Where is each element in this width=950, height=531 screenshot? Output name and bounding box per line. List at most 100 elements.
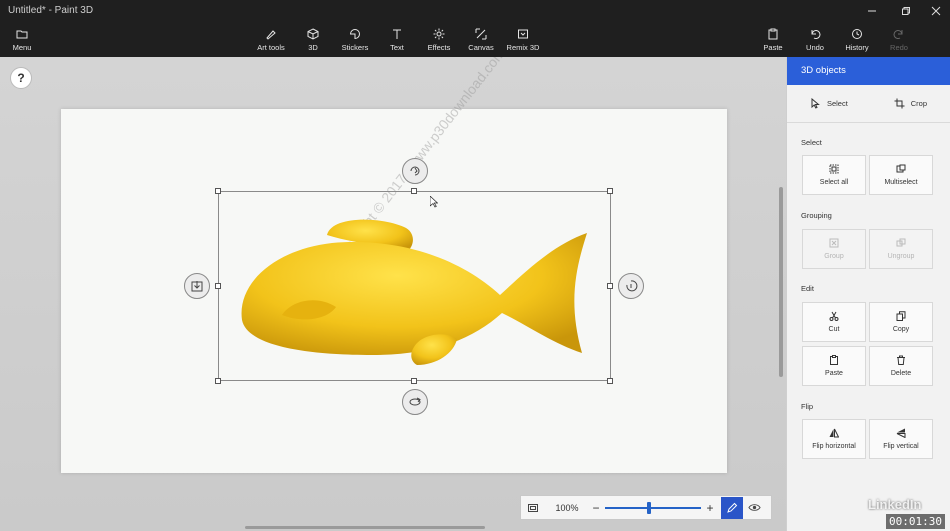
cut-button[interactable]: Cut bbox=[802, 302, 866, 342]
section-title-flip: Flip bbox=[801, 402, 814, 411]
ungroup-icon bbox=[896, 238, 906, 247]
flip-horizontal-button[interactable]: Flip horizontal bbox=[802, 419, 866, 459]
tool-3d[interactable]: 3D bbox=[291, 28, 335, 52]
crop-mode-button[interactable]: Crop bbox=[894, 98, 927, 109]
delete-button[interactable]: Delete bbox=[869, 346, 933, 386]
minimize-button[interactable] bbox=[858, 2, 886, 20]
crop-mode-label: Crop bbox=[910, 99, 928, 108]
zoom-bar: 100% − + bbox=[520, 495, 772, 520]
undo-icon bbox=[811, 30, 821, 39]
resize-handle-top-right[interactable] bbox=[607, 188, 613, 194]
paste-label: Paste bbox=[825, 370, 843, 377]
menu-button[interactable]: Menu bbox=[0, 28, 44, 52]
resize-handle-top[interactable] bbox=[411, 188, 417, 194]
flip-horizontal-label: Flip horizontal bbox=[812, 443, 856, 450]
ungroup-label: Ungroup bbox=[887, 253, 915, 260]
paste-icon bbox=[830, 355, 838, 365]
resize-handle-bottom[interactable] bbox=[411, 378, 417, 384]
history-button[interactable]: History bbox=[835, 28, 879, 52]
zoom-slider-thumb[interactable] bbox=[647, 501, 651, 514]
multiselect-label: Multiselect bbox=[884, 179, 918, 186]
resize-handle-right[interactable] bbox=[607, 283, 613, 289]
rotate-z-button[interactable] bbox=[402, 389, 428, 415]
delete-label: Delete bbox=[890, 370, 912, 377]
section-title-grouping: Grouping bbox=[801, 211, 832, 220]
tool-stickers[interactable]: Stickers bbox=[333, 28, 377, 52]
remix-icon bbox=[518, 29, 528, 39]
resize-handle-bottom-left[interactable] bbox=[215, 378, 221, 384]
horizontal-scrollbar[interactable] bbox=[245, 526, 485, 529]
rotate-icon bbox=[626, 280, 638, 292]
canvas-icon bbox=[475, 28, 487, 40]
draw-mode-button[interactable] bbox=[721, 496, 743, 519]
undo-button[interactable]: Undo bbox=[793, 28, 837, 52]
fit-view-icon bbox=[528, 503, 538, 512]
select-mode-label: Select bbox=[826, 99, 848, 108]
copy-button[interactable]: Copy bbox=[869, 302, 933, 342]
zoom-out-button[interactable]: − bbox=[589, 501, 603, 515]
flip-horizontal-icon bbox=[829, 428, 839, 438]
resize-handle-bottom-right[interactable] bbox=[607, 378, 613, 384]
resize-handle-left[interactable] bbox=[215, 283, 221, 289]
tool-label: Text bbox=[390, 43, 404, 52]
history-label: History bbox=[845, 43, 869, 52]
crop-icon bbox=[894, 98, 905, 109]
zoom-slider[interactable] bbox=[605, 501, 701, 515]
selection-box[interactable] bbox=[218, 191, 611, 381]
zoom-in-button[interactable]: + bbox=[703, 501, 717, 515]
select-all-label: Select all bbox=[819, 179, 849, 186]
restore-button[interactable] bbox=[892, 2, 920, 20]
flip-vertical-label: Flip vertical bbox=[883, 443, 919, 450]
pen-icon bbox=[727, 502, 738, 513]
multiselect-icon bbox=[896, 164, 906, 173]
select-all-icon bbox=[829, 164, 839, 174]
tool-label: Effects bbox=[427, 43, 451, 52]
tool-effects[interactable]: Effects bbox=[417, 28, 461, 52]
multiselect-button[interactable]: Multiselect bbox=[869, 155, 933, 195]
close-icon bbox=[931, 6, 941, 16]
tool-label: Art tools bbox=[257, 43, 285, 52]
mode-row: Select Crop bbox=[787, 85, 950, 123]
flip-vertical-icon bbox=[896, 428, 906, 438]
push-depth-button[interactable] bbox=[184, 273, 210, 299]
scissors-icon bbox=[829, 311, 839, 321]
ungroup-button[interactable]: Ungroup bbox=[869, 229, 933, 269]
side-panel: 3D objects Select Crop Select Select all… bbox=[786, 57, 950, 531]
app-toolbar: Untitled* - Paint 3D Menu Art tools 3D S… bbox=[0, 0, 950, 57]
section-title-edit: Edit bbox=[801, 284, 814, 293]
tool-label: Canvas bbox=[468, 43, 494, 52]
resize-handle-top-left[interactable] bbox=[215, 188, 221, 194]
paste-button[interactable]: Paste bbox=[751, 28, 795, 52]
select-mode-button[interactable]: Select bbox=[810, 98, 848, 109]
group-button[interactable]: Group bbox=[802, 229, 866, 269]
close-button[interactable] bbox=[922, 2, 950, 20]
panel-title: 3D objects bbox=[787, 57, 950, 85]
tool-text[interactable]: Text bbox=[375, 28, 419, 52]
workspace[interactable]: ? Copyright © 2017 - www.p30download.com bbox=[0, 57, 786, 531]
view-3d-button[interactable] bbox=[743, 497, 765, 519]
select-all-button[interactable]: Select all bbox=[802, 155, 866, 195]
tool-remix-3d[interactable]: Remix 3D bbox=[501, 28, 545, 52]
tool-label: Stickers bbox=[341, 43, 369, 52]
effects-icon bbox=[433, 28, 445, 40]
help-button[interactable]: ? bbox=[10, 67, 32, 89]
tool-art-tools[interactable]: Art tools bbox=[249, 28, 293, 52]
flip-vertical-button[interactable]: Flip vertical bbox=[869, 419, 933, 459]
redo-icon bbox=[893, 30, 903, 39]
tool-canvas[interactable]: Canvas bbox=[459, 28, 503, 52]
depth-icon bbox=[191, 281, 203, 292]
rotate-x-button[interactable] bbox=[402, 158, 428, 184]
brush-icon bbox=[266, 30, 276, 40]
fit-view-button[interactable] bbox=[521, 502, 545, 514]
trash-icon bbox=[897, 355, 905, 365]
eye-icon bbox=[747, 504, 761, 511]
rotate-icon bbox=[409, 397, 421, 406]
cube-icon bbox=[307, 28, 319, 40]
redo-button[interactable]: Redo bbox=[877, 28, 921, 52]
paste-icon bbox=[768, 28, 778, 40]
rotate-y-button[interactable] bbox=[618, 273, 644, 299]
paste-panel-button[interactable]: Paste bbox=[802, 346, 866, 386]
copy-icon bbox=[896, 311, 906, 321]
vertical-scrollbar[interactable] bbox=[779, 187, 783, 377]
history-icon bbox=[852, 29, 862, 39]
